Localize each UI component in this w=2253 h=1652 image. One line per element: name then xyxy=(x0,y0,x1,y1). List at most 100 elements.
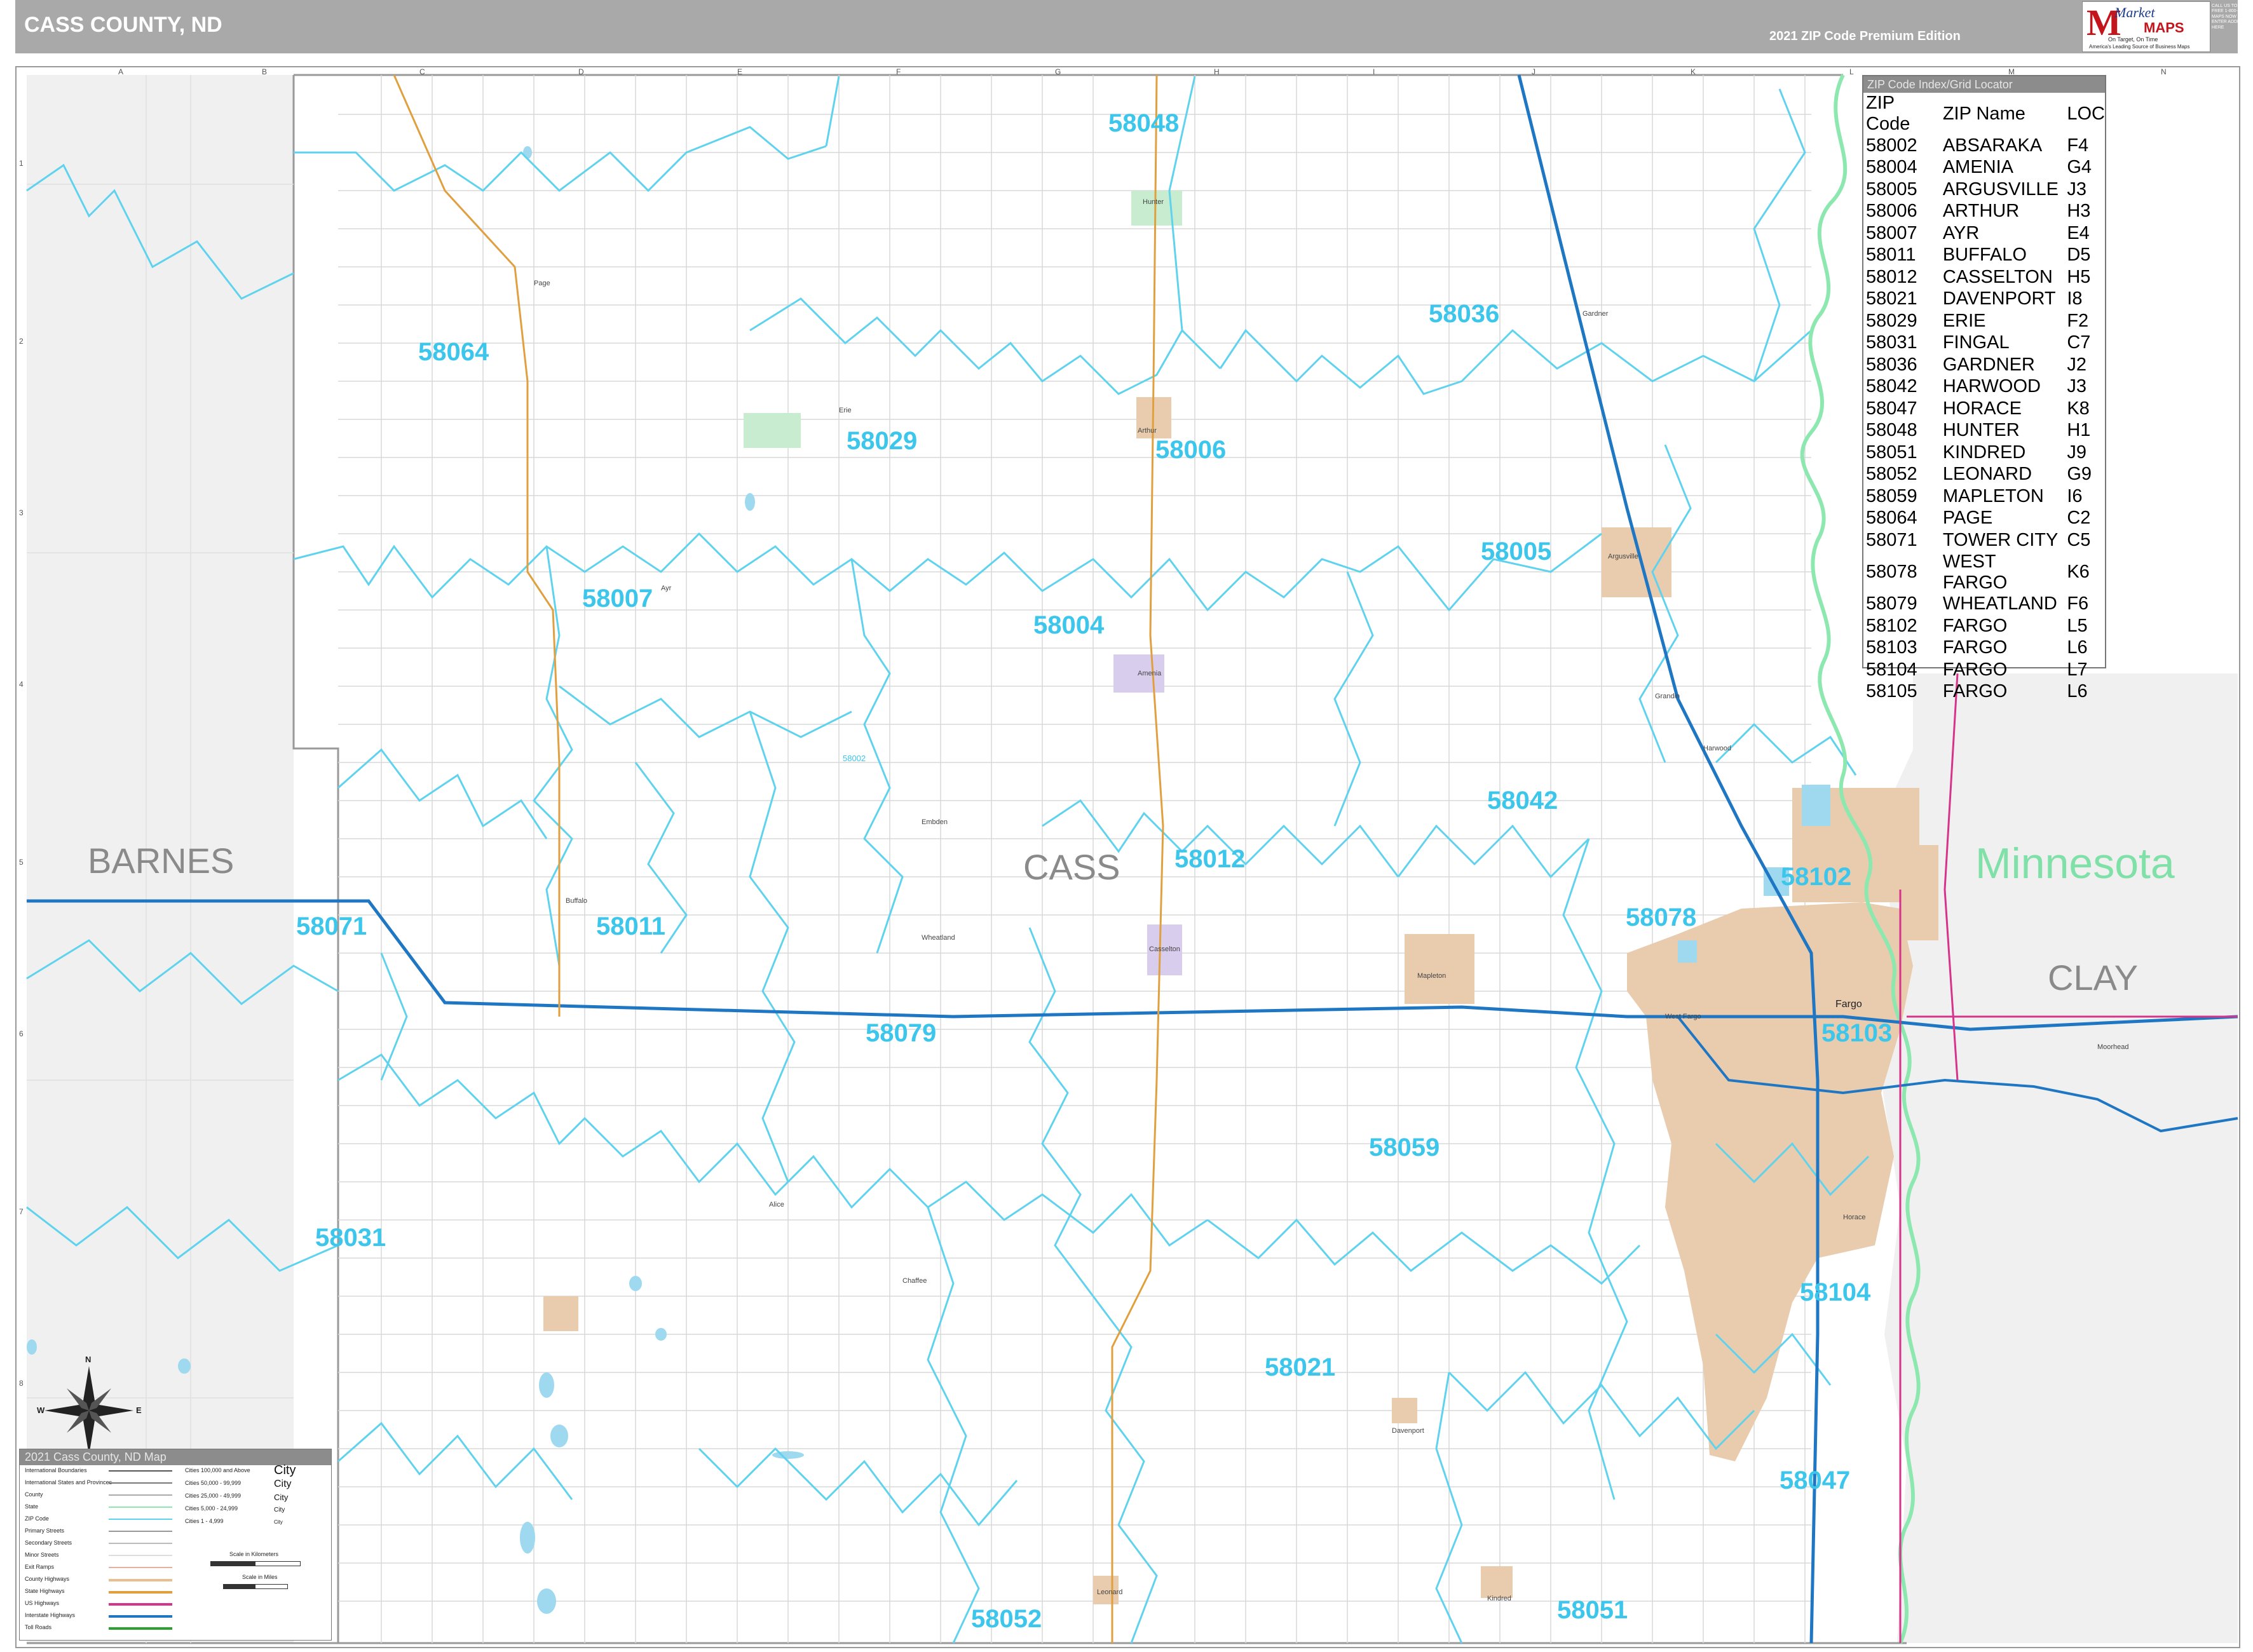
legend-item-label: County Highways xyxy=(25,1576,70,1582)
zip-loc-cell: C2 xyxy=(2067,508,2091,529)
zip-loc-cell: J3 xyxy=(2067,376,2086,397)
city-areas xyxy=(543,397,1938,1604)
city-label: Moorhead xyxy=(2097,1043,2129,1051)
zip-name-cell: BUFFALO xyxy=(1942,245,2027,266)
zip-code-cell: 58064 xyxy=(1866,508,1917,529)
map-legend: 2021 Cass County, ND Map International B… xyxy=(19,1449,332,1641)
zip-index-row: 58047 HORACE K8 xyxy=(1863,398,2105,420)
zip-code-cell: 58042 xyxy=(1866,376,1917,397)
city-label: Erie xyxy=(839,407,852,414)
zip-code-cell: 58004 xyxy=(1866,157,1917,178)
city-label: Davenport xyxy=(1392,1427,1424,1435)
zip-name-cell: CASSELTON xyxy=(1942,266,2053,287)
zip-label[interactable]: 58007 xyxy=(582,585,653,613)
legend-city-sample: City xyxy=(274,1463,296,1477)
grid-column-label: D xyxy=(578,67,584,76)
zip-label[interactable]: 58051 xyxy=(1557,1596,1628,1625)
zip-label[interactable]: 58104 xyxy=(1800,1278,1870,1307)
city-label: Embden xyxy=(922,818,948,826)
zip-loc-cell: L5 xyxy=(2067,615,2088,636)
zip-label[interactable]: 58078 xyxy=(1626,904,1696,932)
compass-north-label: N xyxy=(85,1355,92,1364)
zip-label[interactable]: 58012 xyxy=(1174,845,1245,874)
zip-label[interactable]: 58005 xyxy=(1481,538,1551,566)
grid-column-label: J xyxy=(1532,67,1535,76)
zip-code-cell: 58104 xyxy=(1866,659,1917,680)
state-highway-west xyxy=(393,74,561,1017)
grid-column-label: A xyxy=(118,67,124,76)
zip-name-cell: DAVENPORT xyxy=(1942,288,2056,309)
zip-label[interactable]: 58031 xyxy=(315,1224,386,1252)
zip-index-row: 58029 ERIE F2 xyxy=(1863,310,2105,332)
zip-index-row: 58006 ARTHUR H3 xyxy=(1863,201,2105,223)
zip-code-cell: 58102 xyxy=(1866,615,1917,636)
zip-name-cell: FARGO xyxy=(1942,615,2008,636)
zip-label[interactable]: 58103 xyxy=(1821,1019,1892,1048)
scale-bar-mi xyxy=(223,1584,288,1589)
legend-line-sample xyxy=(109,1470,172,1472)
grid-row-label: 2 xyxy=(19,337,24,346)
grid-row-label: 8 xyxy=(19,1379,24,1388)
zip-label[interactable]: 58029 xyxy=(847,427,917,456)
city-label: Casselton xyxy=(1149,945,1180,953)
city-label: Grandin xyxy=(1655,693,1680,700)
zip-label[interactable]: 58021 xyxy=(1265,1353,1335,1382)
county-label-clay: CLAY xyxy=(2048,958,2139,998)
zip-label[interactable]: 58071 xyxy=(296,912,367,941)
legend-line-sample xyxy=(109,1531,172,1532)
legend-city-sample: City xyxy=(274,1493,289,1502)
zip-label[interactable]: 58102 xyxy=(1781,863,1851,891)
zip-loc-cell: J3 xyxy=(2067,179,2086,200)
legend-pop-item: Cities 25,000 - 49,999 xyxy=(185,1493,242,1499)
legend-city-sample: City xyxy=(274,1479,292,1489)
grid-column-label: L xyxy=(1849,67,1854,76)
zip-label[interactable]: 58052 xyxy=(971,1605,1042,1634)
zip-name-cell: ERIE xyxy=(1942,310,1986,331)
zip-code-cell: 58105 xyxy=(1866,681,1917,702)
legend-pop-item: Cities 1 - 4,999 xyxy=(185,1518,224,1524)
column-header: ZIP Name xyxy=(1942,103,2025,124)
zip-code-cell: 58059 xyxy=(1866,485,1917,506)
grid-row-label: 7 xyxy=(19,1207,24,1216)
zip-label[interactable]: 58048 xyxy=(1108,109,1179,138)
legend-line-sample xyxy=(109,1579,172,1581)
zip-index-row: 58012 CASSELTON H5 xyxy=(1863,266,2105,288)
zip-name-cell: HARWOOD xyxy=(1942,376,2041,397)
zip-index-row: 58031 FINGAL C7 xyxy=(1863,332,2105,355)
zip-index-row: 58104 FARGO L7 xyxy=(1863,659,2105,681)
legend-city-sample: City xyxy=(274,1506,285,1513)
zip-label-small[interactable]: 58002 xyxy=(843,754,866,763)
zip-name-cell: WHEATLAND xyxy=(1942,593,2057,614)
city-label: Arthur xyxy=(1138,427,1157,435)
zip-label[interactable]: 58006 xyxy=(1155,436,1226,464)
grid-row-label: 6 xyxy=(19,1029,24,1038)
zip-loc-cell: G9 xyxy=(2067,464,2092,485)
city-label: Alice xyxy=(769,1201,784,1209)
zip-index-row: 58005 ARGUSVILLE J3 xyxy=(1863,179,2105,201)
zip-label[interactable]: 58004 xyxy=(1033,611,1104,640)
zip-code-cell: 58047 xyxy=(1866,398,1917,419)
zip-index-row: 58071 TOWER CITY C5 xyxy=(1863,529,2105,552)
zip-label[interactable]: 58042 xyxy=(1487,787,1558,815)
zip-loc-cell: K8 xyxy=(2067,398,2090,419)
legend-item-label: Primary Streets xyxy=(25,1527,65,1534)
zip-name-cell: LEONARD xyxy=(1942,464,2032,485)
zip-label[interactable]: 58079 xyxy=(866,1019,936,1048)
zip-label[interactable]: 58011 xyxy=(596,912,665,941)
legend-item-label: State Highways xyxy=(25,1588,65,1594)
zip-loc-cell: H1 xyxy=(2067,420,2091,441)
zip-label[interactable]: 58047 xyxy=(1780,1466,1850,1495)
zip-code-cell: 58051 xyxy=(1866,442,1917,463)
grid-column-label: G xyxy=(1055,67,1061,76)
zip-label[interactable]: 58036 xyxy=(1429,300,1499,328)
zip-index-row: 58103 FARGO L6 xyxy=(1863,637,2105,660)
city-label: Horace xyxy=(1843,1214,1866,1221)
zip-label[interactable]: 58064 xyxy=(418,338,489,367)
city-label: Mapleton xyxy=(1417,972,1446,980)
zip-label[interactable]: 58059 xyxy=(1369,1134,1440,1162)
legend-city-sample: City xyxy=(274,1519,283,1525)
zip-index-row: 58051 KINDRED J9 xyxy=(1863,442,2105,464)
zip-name-cell: HUNTER xyxy=(1942,420,2020,441)
zip-name-cell: GARDNER xyxy=(1942,354,2035,375)
city-label: West Fargo xyxy=(1665,1013,1701,1020)
